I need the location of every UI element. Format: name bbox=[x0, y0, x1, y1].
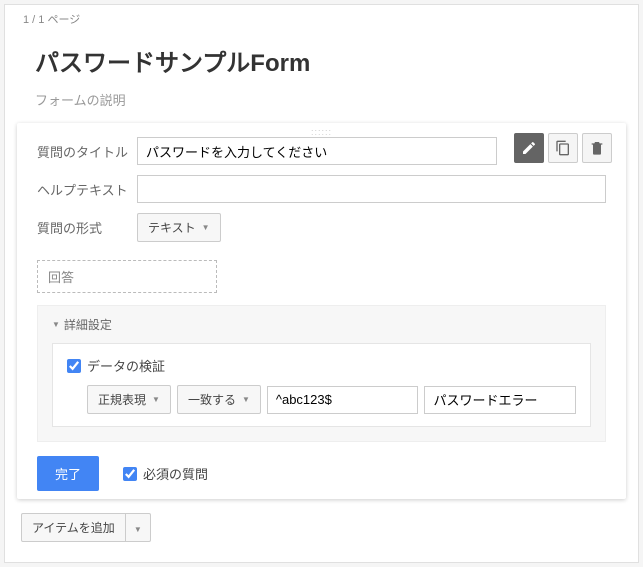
validation-type-value: 正規表現 bbox=[98, 391, 146, 408]
validation-checkbox[interactable] bbox=[67, 359, 81, 373]
question-type-label: 質問の形式 bbox=[37, 218, 137, 237]
advanced-settings-panel: ▼ 詳細設定 データの検証 正規表現 ▼ 一致する ▼ bbox=[37, 305, 606, 442]
question-title-input[interactable] bbox=[137, 137, 497, 165]
help-text-label: ヘルプテキスト bbox=[37, 180, 137, 199]
chevron-down-icon: ▼ bbox=[152, 395, 160, 404]
required-checkbox[interactable] bbox=[123, 467, 137, 481]
delete-button[interactable] bbox=[582, 133, 612, 163]
question-card: :::::: 質問のタイトル ヘルプテキスト 質問の形式 テキスト ▼ bbox=[17, 123, 626, 499]
validation-checkbox-row[interactable]: データの検証 bbox=[67, 356, 576, 375]
match-type-select[interactable]: 一致する ▼ bbox=[177, 385, 261, 414]
help-text-input[interactable] bbox=[137, 175, 606, 203]
match-type-value: 一致する bbox=[188, 391, 236, 408]
required-checkbox-row[interactable]: 必須の質問 bbox=[123, 464, 208, 483]
trash-icon bbox=[589, 140, 605, 156]
pencil-icon bbox=[521, 140, 537, 156]
advanced-title-label: 詳細設定 bbox=[64, 316, 112, 333]
validation-type-select[interactable]: 正規表現 ▼ bbox=[87, 385, 171, 414]
edit-button[interactable] bbox=[514, 133, 544, 163]
duplicate-button[interactable] bbox=[548, 133, 578, 163]
done-button[interactable]: 完了 bbox=[37, 456, 99, 491]
add-item-button[interactable]: アイテムを追加 bbox=[21, 513, 126, 542]
page-indicator: 1 / 1 ページ bbox=[5, 5, 638, 27]
answer-placeholder-box[interactable]: 回答 bbox=[37, 260, 217, 293]
advanced-toggle[interactable]: ▼ 詳細設定 bbox=[52, 316, 591, 333]
form-title[interactable]: パスワードサンプルForm bbox=[35, 43, 608, 78]
question-type-select[interactable]: テキスト ▼ bbox=[137, 213, 221, 242]
question-title-label: 質問のタイトル bbox=[37, 142, 137, 161]
required-label: 必須の質問 bbox=[143, 464, 208, 483]
add-item-dropdown[interactable]: ▼ bbox=[126, 513, 151, 542]
chevron-down-icon: ▼ bbox=[134, 525, 142, 534]
chevron-down-icon: ▼ bbox=[52, 320, 60, 329]
chevron-down-icon: ▼ bbox=[242, 395, 250, 404]
validation-check-label: データの検証 bbox=[87, 356, 165, 375]
pattern-input[interactable] bbox=[267, 386, 419, 414]
form-description[interactable]: フォームの説明 bbox=[35, 90, 608, 109]
error-message-input[interactable] bbox=[424, 386, 576, 414]
question-type-value: テキスト bbox=[148, 219, 196, 236]
chevron-down-icon: ▼ bbox=[202, 223, 210, 232]
drag-handle-icon[interactable]: :::::: bbox=[311, 127, 332, 137]
copy-icon bbox=[555, 140, 571, 156]
